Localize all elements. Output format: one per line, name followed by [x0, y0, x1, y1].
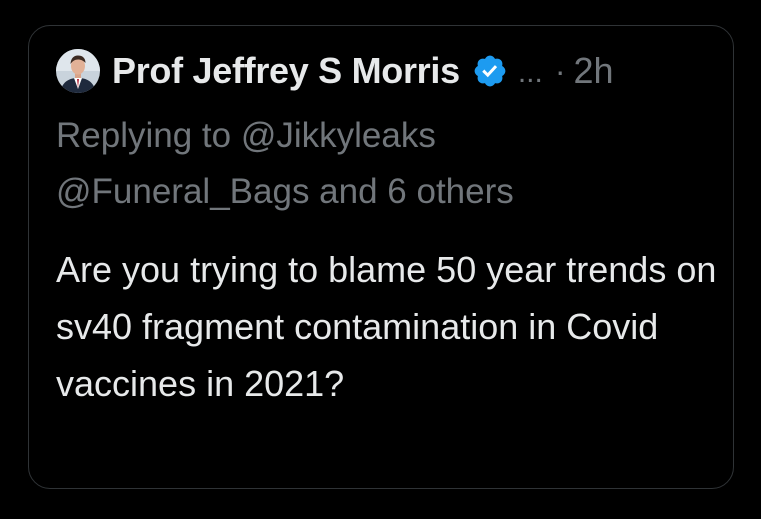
verified-badge-icon	[472, 53, 508, 89]
author-name[interactable]: Prof Jeffrey S Morris	[112, 50, 460, 92]
tweet-text: Are you trying to blame 50 year trends o…	[56, 249, 717, 404]
avatar[interactable]	[56, 49, 100, 93]
tweet-header: Prof Jeffrey S Morris ... · 2h	[56, 46, 614, 96]
header-separator: ·	[554, 52, 566, 89]
replying-to: Replying to @Jikkyleaks @Funeral_Bags an…	[56, 108, 716, 220]
replying-to-line-1[interactable]: Replying to @Jikkyleaks	[56, 108, 716, 164]
timestamp[interactable]: 2h	[573, 50, 613, 92]
tweet-card[interactable]: Prof Jeffrey S Morris ... · 2h Replying …	[28, 25, 734, 489]
replying-to-line-2[interactable]: @Funeral_Bags and 6 others	[56, 164, 716, 220]
more-options-icon[interactable]: ...	[518, 56, 543, 90]
